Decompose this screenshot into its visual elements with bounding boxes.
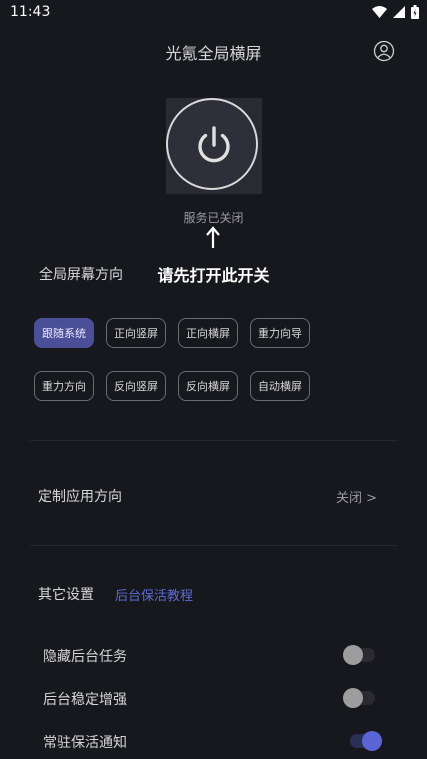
toggle-label-background-stability: 后台稳定增强 — [43, 692, 127, 708]
orientation-option-auto-landscape[interactable]: 自动横屏 — [250, 371, 310, 401]
custom-app-orientation-row[interactable]: 定制应用方向 关闭 > — [30, 470, 398, 520]
orientation-option-gravity[interactable]: 重力方向 — [34, 371, 94, 401]
user-profile-icon[interactable] — [373, 40, 395, 62]
orientation-option-landscape[interactable]: 正向横屏 — [178, 318, 238, 348]
toggle-label-hide-background-task: 隐藏后台任务 — [43, 649, 127, 665]
orientation-option-gravity-guide[interactable]: 重力向导 — [250, 318, 310, 348]
custom-app-orientation-value: 关闭 > — [336, 491, 378, 506]
toggle-label-persistent-notification: 常驻保活通知 — [43, 735, 127, 751]
arrow-up-icon — [204, 226, 222, 250]
background-keepalive-tutorial-link[interactable]: 后台保活教程 — [115, 585, 193, 604]
status-time: 11:43 — [10, 4, 51, 20]
divider — [30, 545, 398, 546]
toggle-knob — [343, 688, 363, 708]
battery-icon — [411, 5, 419, 19]
background-stability-toggle[interactable] — [343, 688, 375, 708]
persistent-notification-toggle[interactable] — [350, 731, 382, 751]
status-icons — [372, 5, 419, 19]
orientation-option-portrait[interactable]: 正向竖屏 — [106, 318, 166, 348]
signal-icon — [393, 6, 405, 18]
orientation-option-reverse-portrait[interactable]: 反向竖屏 — [106, 371, 166, 401]
toggle-knob — [362, 731, 382, 751]
other-settings-label: 其它设置 — [38, 587, 94, 603]
page-title: 光氪全局横屏 — [165, 44, 262, 63]
wifi-icon — [372, 6, 387, 18]
power-toggle-button[interactable] — [166, 98, 258, 190]
hide-background-task-toggle[interactable] — [343, 645, 375, 665]
orientation-section-label: 全局屏幕方向 — [39, 267, 123, 283]
power-switch-area — [166, 98, 262, 194]
custom-app-orientation-label: 定制应用方向 — [38, 489, 122, 505]
service-status-text: 服务已关闭 — [183, 211, 244, 225]
toggle-knob — [343, 645, 363, 665]
status-bar: 11:43 — [0, 0, 427, 26]
orientation-option-reverse-landscape[interactable]: 反向横屏 — [178, 371, 238, 401]
divider — [30, 440, 398, 441]
orientation-option-follow-system[interactable]: 跟随系统 — [34, 318, 94, 348]
